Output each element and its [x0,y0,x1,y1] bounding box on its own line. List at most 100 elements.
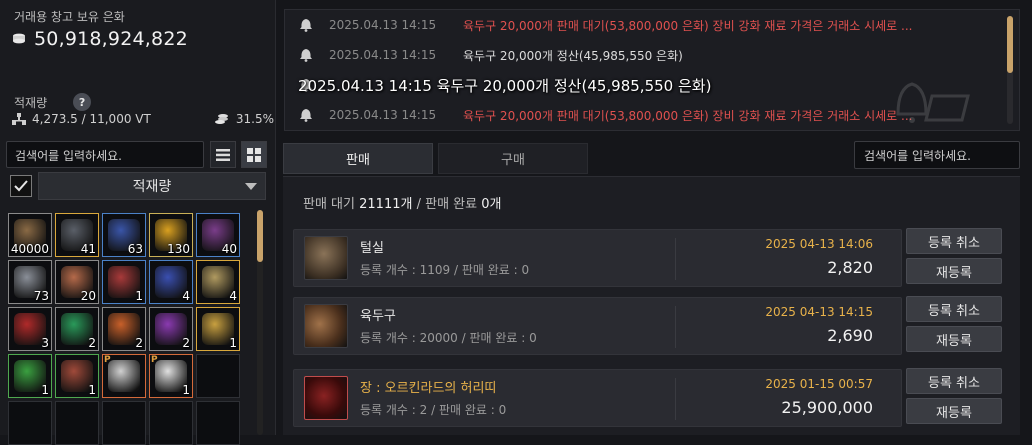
inventory-slot[interactable]: 2 [102,307,146,351]
scroll-thumb[interactable] [1007,16,1013,73]
filter-checkbox[interactable] [10,175,32,197]
capacity-row: 4,273.5 / 11,000 VT 31.5% [12,112,274,126]
inventory-slot[interactable]: 3 [8,307,52,351]
inventory-slot[interactable]: 130 [149,213,193,257]
item-count: 1 [41,383,49,397]
pending-value: 21111개 [359,197,413,212]
notification-scrollbar[interactable] [1007,16,1013,124]
inventory-slot[interactable]: 73 [8,260,52,304]
bell-icon [300,49,312,62]
inventory-slot[interactable]: 1 [8,354,52,398]
relist-button[interactable]: 재등록 [906,258,1002,284]
left-search-input[interactable]: 검색어를 입력하세요. [6,141,204,168]
item-count: 2 [182,336,190,350]
inventory-slot[interactable]: P [102,354,146,398]
inventory-slot[interactable]: 40 [196,213,240,257]
inventory-slot[interactable]: 2 [149,307,193,351]
pending-label: 판매 대기 [303,197,355,212]
inventory-slot[interactable]: 20 [55,260,99,304]
listing-divider [675,238,676,280]
item-count: 130 [167,242,190,256]
listing-date: 2025 04-13 14:15 [765,305,873,319]
warehouse-title: 거래용 창고 보유 은화 [14,10,125,24]
tab-sell[interactable]: 판매 [283,143,433,174]
cancel-listing-button[interactable]: 등록 취소 [906,368,1002,394]
listing-price: 2,690 [827,326,873,345]
item-count: 2 [88,336,96,350]
listing-divider [675,378,676,420]
listing-item-icon [304,304,348,348]
inventory-slot-empty[interactable] [102,401,146,445]
list-view-button[interactable] [210,141,236,168]
bell-watermark-icon [896,82,970,123]
inventory-grid: 40000 41 63 130 40 73 20 1 4 4 3 2 2 2 1 1 1 P P 1 [8,213,240,445]
filter-row: 적재량 [6,171,266,201]
inventory-slot-empty[interactable] [196,401,240,445]
inventory-slot[interactable]: 4 [196,260,240,304]
item-count: 40 [221,242,237,256]
summary-separator: / [416,197,421,212]
inventory-slot[interactable]: 2 [55,307,99,351]
item-count: 41 [80,242,96,256]
listing-price: 2,820 [827,258,873,277]
listing-card: 장 : 오르킨라드의 허리띠 등록 개수 : 2 / 판매 완료 : 0 2025 … [293,369,902,427]
inventory-scrollbar[interactable] [257,210,263,435]
sort-dropdown[interactable]: 적재량 [38,172,266,200]
item-count: 2 [135,336,143,350]
listing-card: 육두구 등록 개수 : 20000 / 판매 완료 : 0 2025 04-13 1… [293,297,902,355]
capacity-header: 적재량 ? [14,93,92,111]
item-count: 4 [229,289,237,303]
inventory-slot[interactable]: 1 [196,307,240,351]
item-count: 20 [80,289,96,303]
inventory-slot[interactable]: P1 [149,354,193,398]
inventory-slot[interactable]: 63 [102,213,146,257]
listing-item-name: 털실 [360,241,384,256]
done-value: 0개 [481,197,502,212]
inventory-slot-empty[interactable] [149,401,193,445]
silver-amount: 50,918,924,822 [34,28,188,50]
notification-row: 2025.04.13 14:15 육두구 20,000개 정산(45,985,55… [285,45,683,65]
inventory-slot[interactable]: 4 [149,260,193,304]
grid-icon [247,147,261,162]
listing-price: 25,900,000 [781,398,873,417]
silver-row: 50,918,924,822 [12,28,188,50]
item-count: 63 [127,242,143,256]
inventory-slot-empty[interactable] [55,401,99,445]
inventory-slot[interactable]: 1 [55,354,99,398]
capacity-label: 적재량 [14,95,48,110]
warehouse-panel: 거래용 창고 보유 은화 50,918,924,822 적재량 ? 4,273.… [0,0,276,445]
right-search-input[interactable]: 검색어를 입력하세요. [854,141,1020,169]
sort-dropdown-value: 적재량 [132,179,172,195]
item-count: 4 [182,289,190,303]
item-count: 1 [229,336,237,350]
inventory-slot[interactable]: 1 [102,260,146,304]
cancel-listing-button[interactable]: 등록 취소 [906,228,1002,254]
tab-buy[interactable]: 구매 [438,143,588,174]
item-grade-badge: P [151,355,158,365]
item-count: 1 [88,383,96,397]
notification-row: 2025.04.13 14:15 육두구 20,000개 판매 대기(53,800… [285,105,912,125]
item-count: 73 [33,289,49,303]
grid-view-button[interactable] [241,141,267,168]
weight-value: 4,273.5 / 11,000 VT [32,112,151,126]
item-grade-badge: P [104,355,111,365]
checkmark-icon [14,180,28,192]
inventory-slot-empty[interactable] [8,401,52,445]
listing-item-icon [304,376,348,420]
inventory-slot[interactable]: 40000 [8,213,52,257]
notification-message: 육두구 20,000개 정산(45,985,550 은화) [463,48,683,63]
relist-button[interactable]: 재등록 [906,326,1002,352]
inventory-slot[interactable]: 41 [55,213,99,257]
bell-icon [300,109,312,122]
listing-date: 2025 01-15 00:57 [765,377,873,391]
inventory-slot-empty[interactable] [196,354,240,398]
notification-time: 2025.04.13 14:15 [329,108,437,122]
coin-stack-icon [214,114,228,124]
relist-button[interactable]: 재등록 [906,398,1002,424]
help-icon[interactable]: ? [73,93,92,111]
list-icon [216,148,230,161]
cancel-listing-button[interactable]: 등록 취소 [906,296,1002,322]
scroll-thumb[interactable] [257,210,263,262]
silver-coin-icon [13,33,25,44]
item-count: 40000 [10,242,49,256]
